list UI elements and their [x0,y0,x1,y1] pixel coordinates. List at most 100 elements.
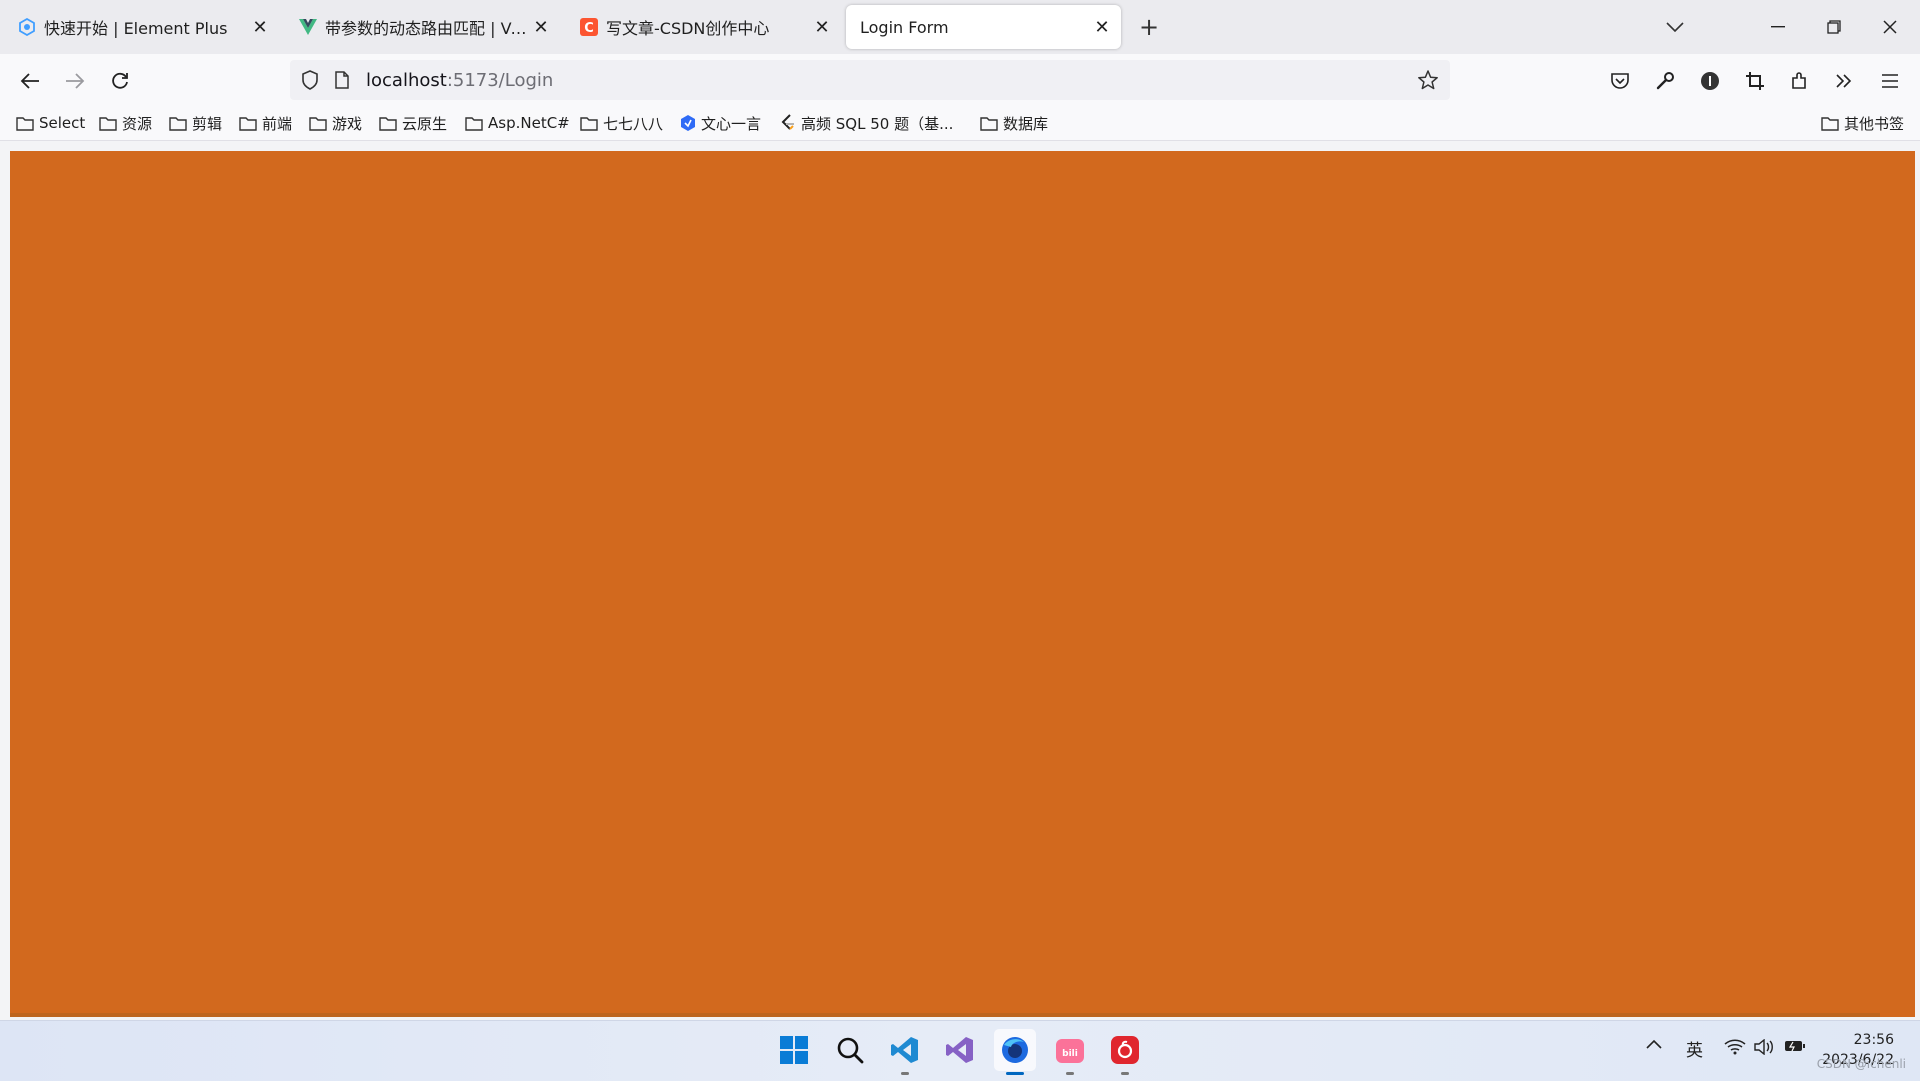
bookmark-wenxin[interactable]: 文心一言 [680,112,761,134]
tab-csdn[interactable]: C 写文章-CSDN创作中心 ✕ [566,5,841,49]
hamburger-menu-icon [1882,74,1898,88]
bookmark-star-icon[interactable] [1414,66,1442,94]
close-tab-icon[interactable]: ✕ [1093,17,1111,38]
pocket-button[interactable] [1605,66,1635,96]
bilibili-taskbar-button[interactable]: bili [1049,1029,1091,1075]
ime-label: 英 [1686,1041,1703,1061]
element-plus-icon [18,18,36,36]
tab-element-plus[interactable]: 快速开始 | Element Plus ✕ [4,5,279,49]
close-tab-icon[interactable]: ✕ [251,17,269,38]
reload-icon [112,72,128,89]
csdn-icon: C [580,18,598,36]
running-indicator [1121,1072,1129,1075]
url-path: :5173/Login [446,69,554,91]
search-icon [837,1037,864,1064]
netease-music-taskbar-button[interactable] [1104,1029,1146,1075]
chevron-up-icon [1646,1039,1662,1049]
tab-title: 写文章-CSDN创作中心 [606,19,770,38]
pocket-icon [1611,73,1629,89]
folder-icon [16,116,34,131]
bookmark-label: 其他书签 [1844,114,1905,133]
folder-icon [980,116,998,131]
tracking-protection-shield-icon[interactable] [296,66,324,94]
tab-strip: 快速开始 | Element Plus ✕ 带参数的动态路由匹配 | Vue R… [0,0,1920,54]
dev-tools-button[interactable] [1650,66,1680,96]
screenshot-button[interactable] [1740,66,1770,96]
vscode-taskbar-button[interactable] [884,1029,926,1075]
reload-button[interactable] [105,66,135,96]
bookmark-leetcode-sql[interactable]: 高频 SQL 50 题（基... [780,112,953,134]
back-button[interactable] [15,66,45,96]
input-method-indicator[interactable]: 英 [1686,1036,1703,1061]
vscode-icon [891,1037,918,1063]
content-top-gap [0,141,1920,151]
folder-icon [580,116,598,131]
app-menu-button[interactable] [1875,66,1905,96]
bookmark-folder-misc[interactable]: 七七八八 [580,112,663,134]
folder-icon [239,116,257,131]
bookmark-label: 资源 [122,114,153,133]
bookmark-folder-database[interactable]: 数据库 [980,112,1048,134]
bookmark-folder-cloud-native[interactable]: 云原生 [379,112,447,134]
forward-arrow-icon [66,73,85,89]
tab-title: 带参数的动态路由匹配 | Vue Router [325,19,532,38]
taskbar: bili 英 23:56 2023/6/22 [0,1020,1920,1081]
bookmark-folder-resources[interactable]: 资源 [99,112,152,134]
close-tab-icon[interactable]: ✕ [813,17,831,38]
bookmark-folder-aspnet[interactable]: Asp.NetC# [465,112,570,134]
firefox-dev-taskbar-button[interactable] [994,1029,1036,1075]
search-button[interactable] [829,1029,871,1071]
more-tools-button[interactable] [1829,66,1859,96]
tab-login-form[interactable]: Login Form ✕ [846,5,1121,49]
bookmark-folder-frontend[interactable]: 前端 [239,112,292,134]
bookmark-label: 游戏 [332,114,363,133]
wenxin-icon [681,115,695,131]
battery-status[interactable] [1784,1039,1806,1053]
svg-text:C: C [584,21,594,36]
close-tab-icon[interactable]: ✕ [532,17,550,38]
show-hidden-icons-button[interactable] [1646,1039,1662,1049]
crop-icon [1746,72,1764,90]
restore-button[interactable] [1814,10,1854,44]
visual-studio-taskbar-button[interactable] [939,1029,981,1071]
info-extension-button[interactable] [1695,66,1725,96]
netease-cloud-music-icon [1111,1036,1139,1064]
running-indicator [1006,1072,1024,1075]
speaker-icon [1754,1039,1773,1055]
close-window-button[interactable] [1870,10,1910,44]
forward-button[interactable] [60,66,90,96]
horizontal-scrollbar[interactable] [10,1013,1880,1017]
folder-icon [99,116,117,131]
bookmark-label: 剪辑 [192,114,223,133]
tab-title: 快速开始 | Element Plus [44,19,228,38]
url-host: localhost [366,69,447,91]
other-bookmarks-folder[interactable]: 其他书签 [1821,112,1904,134]
new-tab-button[interactable]: + [1136,13,1162,41]
address-bar[interactable]: localhost:5173/Login [290,60,1450,100]
bookmark-folder-editing[interactable]: 剪辑 [169,112,222,134]
extensions-button[interactable] [1785,66,1815,96]
bookmark-folder-select[interactable]: Select [16,112,85,134]
volume-status[interactable] [1754,1039,1774,1055]
folder-icon [169,116,187,131]
bookmark-label: Select [39,114,86,132]
csdn-watermark: CSDN @ichenli [1816,1057,1906,1071]
folder-icon [379,116,397,131]
folder-icon [465,116,483,131]
close-icon [1883,20,1897,34]
wifi-status[interactable] [1724,1039,1746,1055]
svg-text:bili: bili [1062,1049,1078,1059]
start-button[interactable] [773,1029,815,1071]
minimize-button[interactable] [1758,10,1798,44]
tab-vue-router[interactable]: 带参数的动态路由匹配 | Vue Router ✕ [285,5,560,49]
navigation-toolbar: localhost:5173/Login [0,54,1920,106]
restore-icon [1827,20,1841,34]
bookmark-label: 云原生 [402,114,448,133]
folder-icon [309,116,327,131]
firefox-developer-edition-icon [1002,1037,1028,1063]
page-content-login [10,151,1915,1017]
page-info-icon[interactable] [328,66,356,94]
bookmark-folder-games[interactable]: 游戏 [309,112,362,134]
leetcode-icon [781,114,794,130]
list-all-tabs-button[interactable] [1655,10,1695,44]
